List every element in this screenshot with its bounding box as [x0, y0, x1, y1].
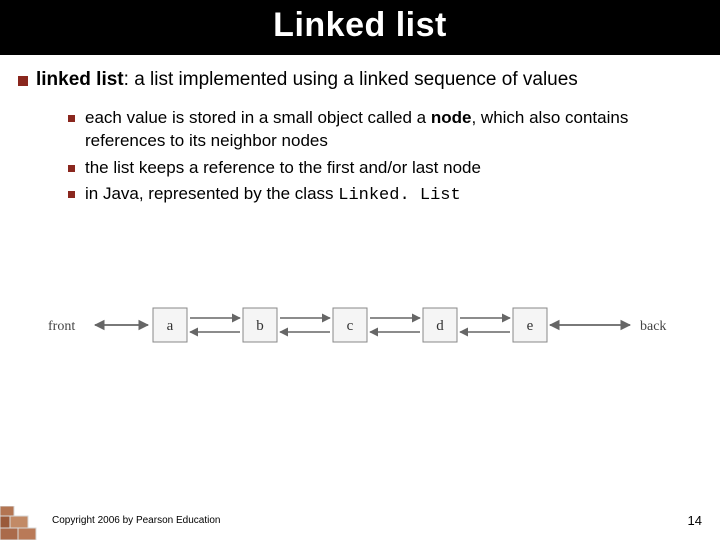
main-bullet: linked list: a list implemented using a …	[18, 67, 702, 93]
sub-bullet-list: each value is stored in a small object c…	[18, 107, 702, 209]
bullet-icon	[68, 165, 75, 172]
copyright-text: Copyright 2006 by Pearson Education	[52, 515, 220, 526]
code-fragment: Linked. List	[338, 186, 460, 205]
term-linked-list: linked list	[36, 69, 124, 90]
node-box: b	[243, 308, 277, 342]
text-fragment: each value is stored in a small object c…	[85, 108, 431, 127]
sub-bullet-text: each value is stored in a small object c…	[85, 107, 692, 153]
svg-text:c: c	[347, 318, 354, 334]
front-label: front	[48, 319, 75, 334]
text-fragment: the list keeps a reference to the first …	[85, 158, 481, 177]
sub-bullet: the list keeps a reference to the first …	[68, 157, 692, 180]
page-number: 14	[688, 513, 702, 528]
node-box: d	[423, 308, 457, 342]
svg-text:b: b	[256, 318, 264, 334]
bullet-icon	[18, 76, 28, 86]
sub-bullet: in Java, represented by the class Linked…	[68, 183, 692, 208]
svg-text:e: e	[527, 318, 534, 334]
bullet-icon	[68, 115, 75, 122]
main-bullet-text: linked list: a list implemented using a …	[36, 67, 702, 93]
bullet-icon	[68, 191, 75, 198]
slide-title: Linked list	[0, 0, 720, 55]
main-bullet-rest: : a list implemented using a linked sequ…	[124, 69, 578, 90]
node-box: e	[513, 308, 547, 342]
sub-bullet: each value is stored in a small object c…	[68, 107, 692, 153]
node-box: a	[153, 308, 187, 342]
sub-bullet-text: the list keeps a reference to the first …	[85, 157, 481, 180]
text-fragment: in Java, represented by the class	[85, 184, 338, 203]
back-label: back	[640, 319, 666, 334]
term-node: node	[431, 108, 472, 127]
sub-bullet-text: in Java, represented by the class Linked…	[85, 183, 461, 208]
linked-list-diagram: front back a b c d e	[30, 290, 690, 370]
node-box: c	[333, 308, 367, 342]
svg-text:a: a	[167, 318, 174, 334]
brick-corner-icon	[0, 506, 42, 540]
svg-text:d: d	[436, 318, 444, 334]
content-area: linked list: a list implemented using a …	[0, 55, 720, 208]
